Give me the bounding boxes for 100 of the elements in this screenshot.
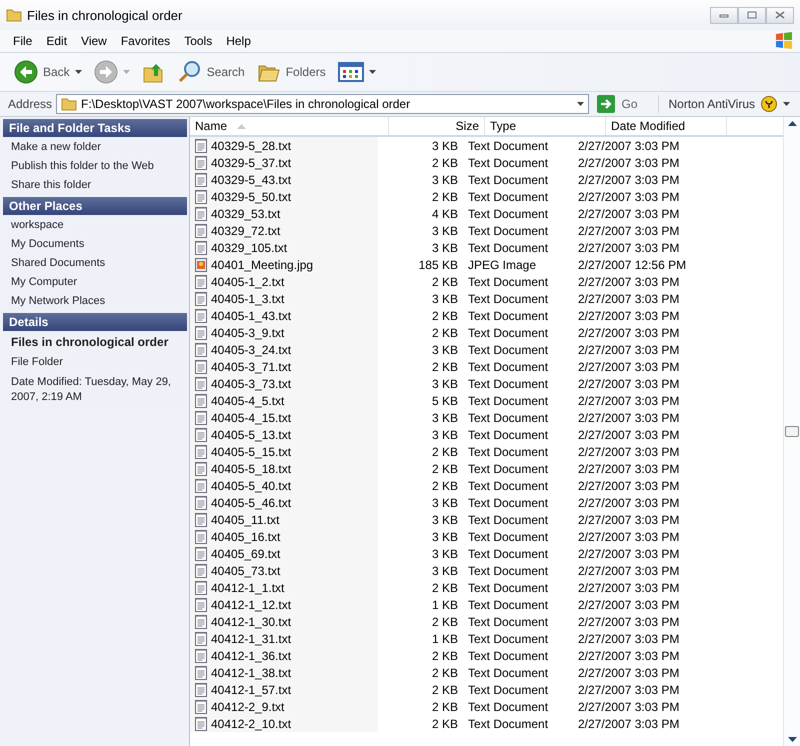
maximize-button[interactable] — [738, 6, 766, 24]
file-name[interactable]: 40329_53.txt — [190, 205, 378, 222]
file-size: 2 KB — [430, 154, 459, 171]
scrollbar[interactable] — [783, 117, 800, 746]
file-size: 3 KB — [430, 342, 459, 358]
folder-name: Files in chronological order — [11, 335, 170, 349]
menu-item[interactable]: Help — [219, 34, 258, 48]
date-modified: 2/27/2007 3:03 PM — [577, 222, 680, 239]
task-link[interactable]: Make a new folder — [11, 141, 179, 153]
column-header[interactable]: Date Modified — [606, 117, 727, 135]
file-name[interactable]: 40405-5_40.txt — [190, 477, 378, 494]
column-header[interactable]: Size — [389, 117, 485, 135]
text-file-icon — [195, 274, 207, 289]
file-name[interactable]: 40405-3_73.txt — [190, 375, 378, 392]
search-icon[interactable] — [178, 60, 202, 84]
file-name[interactable]: 40405-3_9.txt — [190, 324, 378, 341]
file-size: 2 KB — [430, 324, 459, 341]
file-name[interactable]: 40405-3_71.txt — [190, 358, 378, 375]
scroll-down-icon[interactable] — [788, 737, 796, 742]
menu-item[interactable]: File — [6, 34, 40, 48]
views-icon[interactable] — [338, 62, 364, 82]
file-name[interactable]: 40329-5_50.txt — [190, 188, 378, 205]
caret-icon[interactable] — [783, 102, 790, 106]
date-modified: 2/27/2007 3:03 PM — [577, 596, 680, 613]
file-size: 2 KB — [430, 358, 459, 375]
toolbar-button[interactable]: Folders — [286, 65, 326, 79]
caret-icon[interactable] — [74, 70, 82, 74]
file-name[interactable]: 40405-4_15.txt — [190, 409, 378, 426]
file-name[interactable]: 40329_105.txt — [190, 239, 378, 256]
caret-icon[interactable] — [368, 70, 376, 74]
task-link[interactable]: Shared Documents — [11, 257, 179, 269]
date-modified: 2/27/2007 3:03 PM — [577, 546, 680, 562]
file-name[interactable]: 40405-4_5.txt — [190, 392, 378, 409]
text-file-icon — [195, 444, 207, 459]
text-file-icon — [195, 359, 207, 374]
file-name[interactable]: 40329-5_37.txt — [190, 154, 378, 171]
panel-header[interactable]: File and Folder Tasks — [3, 119, 187, 137]
text-file-icon — [195, 308, 207, 323]
menu-item[interactable]: Tools — [177, 34, 220, 48]
date-modified: 2/27/2007 3:03 PM — [577, 410, 680, 426]
go-button[interactable]: Go — [621, 97, 638, 111]
file-name[interactable]: 40401_Meeting.jpg — [190, 256, 378, 273]
file-name[interactable]: 40329-5_28.txt — [190, 137, 378, 154]
file-name[interactable]: 40412-1_31.txt — [190, 630, 378, 647]
file-name[interactable]: 40412-2_10.txt — [190, 715, 378, 732]
date-modified: 2/27/2007 3:03 PM — [577, 138, 680, 154]
file-name[interactable]: 40412-1_30.txt — [190, 613, 378, 630]
file-name[interactable]: 40412-2_9.txt — [190, 698, 378, 715]
address-field[interactable]: F:\Desktop\VAST 2007\workspace\Files in chronological order — [56, 94, 590, 114]
file-size: 1 KB — [430, 630, 459, 647]
file-name[interactable]: 40412-1_1.txt — [190, 579, 378, 596]
toolbar-button[interactable]: Back — [43, 65, 70, 79]
date-modified: 2/27/2007 3:03 PM — [577, 358, 680, 375]
task-link[interactable]: My Documents — [11, 238, 179, 250]
date-modified: 2/27/2007 3:03 PM — [577, 392, 680, 409]
date-modified: 2/27/2007 3:03 PM — [577, 154, 680, 171]
file-name[interactable]: 40405-1_3.txt — [190, 290, 378, 307]
file-name[interactable]: 40412-1_36.txt — [190, 647, 378, 664]
file-name[interactable]: 40405-5_46.txt — [190, 494, 378, 511]
file-size: 3 KB — [430, 494, 459, 511]
task-link[interactable]: Publish this folder to the Web — [11, 160, 179, 172]
column-header[interactable]: Name — [190, 117, 389, 135]
close-button[interactable] — [766, 6, 794, 24]
task-link[interactable]: Share this folder — [11, 179, 179, 191]
menu-item[interactable]: Edit — [39, 34, 74, 48]
file-name[interactable]: 40405-1_2.txt — [190, 273, 378, 290]
panel-header[interactable]: Other Places — [3, 197, 187, 215]
file-name[interactable]: 40412-1_38.txt — [190, 664, 378, 681]
file-type: Text Document — [467, 648, 550, 664]
menu-item[interactable]: Favorites — [114, 34, 178, 48]
date-modified: 2/27/2007 3:03 PM — [577, 494, 680, 511]
task-link[interactable]: My Network Places — [11, 295, 179, 307]
file-name[interactable]: 40405_16.txt — [190, 528, 378, 545]
date-modified: 2/27/2007 3:03 PM — [577, 444, 680, 460]
caret-icon[interactable] — [577, 102, 584, 106]
file-name[interactable]: 40405-5_18.txt — [190, 460, 378, 477]
file-name[interactable]: 40405-1_43.txt — [190, 307, 378, 324]
file-name[interactable]: 40412-1_12.txt — [190, 596, 378, 613]
file-name[interactable]: 40405_11.txt — [190, 511, 378, 528]
file-name[interactable]: 40329_72.txt — [190, 222, 378, 239]
file-name[interactable]: 40405-5_13.txt — [190, 426, 378, 443]
panel-header[interactable]: Details — [3, 313, 187, 331]
file-name[interactable]: 40405_69.txt — [190, 545, 378, 562]
scroll-up-icon[interactable] — [788, 121, 796, 126]
date-modified: 2/27/2007 3:03 PM — [577, 206, 680, 222]
file-name[interactable]: 40329-5_43.txt — [190, 171, 378, 188]
task-link[interactable]: My Computer — [11, 276, 179, 288]
task-link[interactable]: workspace — [11, 219, 179, 231]
menu-item[interactable]: View — [74, 34, 114, 48]
toolbar-button[interactable]: Search — [206, 65, 245, 79]
file-name[interactable]: 40405-3_24.txt — [190, 341, 378, 358]
file-type: Text Document — [467, 614, 550, 630]
file-name[interactable]: 40405_73.txt — [190, 562, 378, 579]
text-file-icon — [195, 461, 207, 476]
column-header[interactable]: Type — [485, 117, 606, 135]
minimize-button[interactable] — [710, 6, 738, 24]
file-name[interactable]: 40405-5_15.txt — [190, 443, 378, 460]
file-type: Text Document — [467, 290, 550, 307]
scrollbar-thumb[interactable] — [785, 426, 799, 437]
file-name[interactable]: 40412-1_57.txt — [190, 681, 378, 698]
